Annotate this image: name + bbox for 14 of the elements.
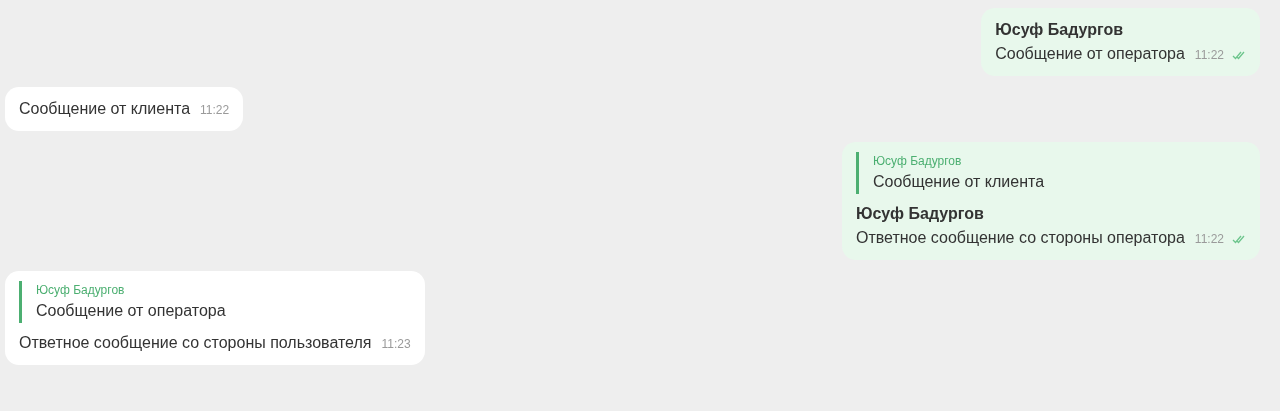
reply-text: Сообщение от оператора <box>36 301 227 321</box>
message-time: 11:22 <box>1194 47 1224 64</box>
reply-author: Юсуф Бадургов <box>872 153 963 170</box>
sender-name: Юсуф Бадургов <box>855 204 985 224</box>
message-text: Ответное сообщение со стороны оператора <box>855 228 1185 248</box>
message-text: Ответное сообщение со стороны пользователя <box>19 333 372 353</box>
message-time: 11:22 <box>200 102 230 119</box>
reply-author: Юсуф Бадургов <box>36 282 126 299</box>
message-time: 11:22 <box>1194 231 1224 248</box>
message-text: Сообщение от оператора <box>995 44 1185 64</box>
message-time: 11:23 <box>381 336 411 353</box>
reply-text: Сообщение от клиента <box>872 172 1046 192</box>
message-text: Сообщение от клиента <box>19 99 191 119</box>
sender-name: Юсуф Бадургов <box>995 20 1125 40</box>
